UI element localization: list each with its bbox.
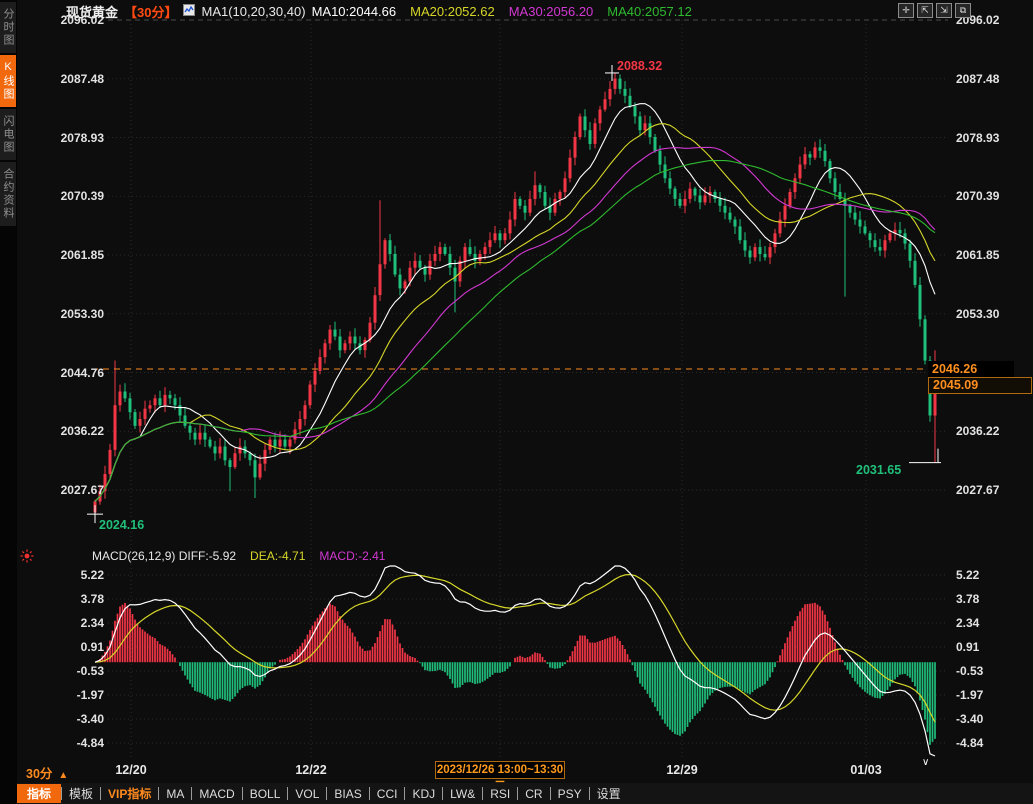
price-axis-label-l-3: 2070.39 [30,188,104,204]
macd-axis-label-r-3: 0.91 [956,639,1030,655]
export-chart-icon[interactable]: ⧉ [955,3,971,18]
toolbar-item-3[interactable]: VIP指标 [101,784,158,803]
toolbar-item-10[interactable]: KDJ [405,786,442,802]
macd-axis-label-r-6: -3.40 [956,711,1030,727]
symbol-name: 现货黄金 [66,2,118,21]
macd-dea-value: DEA:-4.71 [250,549,305,563]
toolbar-item-13[interactable]: CR [518,786,549,802]
date-label-12-20: 12/20 [91,763,171,777]
zoom-in-icon[interactable]: ⇱ [917,3,933,18]
period-low-label: 2024.16 [99,518,144,532]
macd-axis-label-r-0: 5.22 [956,567,1030,583]
toolbar-item-7[interactable]: VOL [288,786,326,802]
ma-settings: MA1(10,20,30,40) [201,4,305,19]
ma-value-2: MA20:2052.62 [410,4,495,19]
macd-axis-label-l-0: 5.22 [30,567,104,583]
toolbar-item-14[interactable]: PSY [551,786,589,802]
chart-type-icon [183,4,195,19]
macd-axis-label-l-6: -3.40 [30,711,104,727]
macd-axis-label-l-7: -4.84 [30,735,104,751]
date-label-01-03: 01/03 [826,763,906,777]
period-high-label: 2088.32 [617,59,662,73]
ma-value-4: MA40:2057.12 [607,4,692,19]
price-axis-label-l-7: 2036.22 [30,423,104,439]
sidebar: 分时图 K线图闪电图合约资料 [0,0,17,804]
macd-axis-label-r-1: 3.78 [956,591,1030,607]
kline-app: 分时图 K线图闪电图合约资料 现货黄金 【30分】 MA1(10,20,30,40… [0,0,1033,804]
toolbar-item-11[interactable]: LW& [443,786,482,802]
prev-price-box: 2045.09 [928,377,1032,394]
macd-axis-label-r-5: -1.97 [956,687,1030,703]
chart-window-buttons: ✛⇱⇲⧉ [898,3,971,18]
toolbar-item-4[interactable]: MA [159,786,191,802]
toolbar-item-15[interactable]: 设置 [590,784,628,803]
macd-title: MACD(26,12,9) DIFF:-5.92 [92,549,236,563]
price-axis-label-r-1: 2087.48 [956,71,1030,87]
price-axis-label-l-4: 2061.85 [30,247,104,263]
toolbar-item-9[interactable]: CCI [370,786,405,802]
ma-value-1: MA10:2044.66 [312,4,397,19]
macd-axis-label-r-7: -4.84 [956,735,1030,751]
toolbar-item-2[interactable]: 模板 [62,784,100,803]
toolbar-item-1[interactable]: 指标 [17,784,61,803]
date-label-12-29: 12/29 [642,763,722,777]
period-dropdown-label: 30分 [26,767,52,781]
last-price-box: 2046.26 [928,361,1014,377]
price-axis-label-r-4: 2061.85 [956,247,1030,263]
sidebar-tab-4[interactable]: 合约资料 [0,162,16,226]
date-label-12-22: 12/22 [271,763,351,777]
price-axis-label-r-8: 2027.67 [956,482,1030,498]
period-label: 【30分】 [124,2,177,21]
time-axis: 30分 ▲ ∨ 12/20 12/22 2023/12/26 13:00~13:30 … [17,760,1033,783]
zoom-out-icon[interactable]: ⇲ [936,3,952,18]
macd-axis-label-l-3: 0.91 [30,639,104,655]
price-axis-label-l-2: 2078.93 [30,130,104,146]
macd-axis-label-r-4: -0.53 [956,663,1030,679]
macd-axis-label-l-1: 3.78 [30,591,104,607]
macd-axis-label-l-5: -1.97 [30,687,104,703]
toolbar-item-12[interactable]: RSI [483,786,517,802]
sidebar-tab-3[interactable]: 闪电图 [0,109,16,160]
macd-header: MACD(26,12,9) DIFF:-5.92 DEA:-4.71 MACD:… [92,549,385,563]
macd-axis-label-l-4: -0.53 [30,663,104,679]
macd-axis-label-r-2: 2.34 [956,615,1030,631]
price-axis-label-l-6: 2044.76 [30,365,104,381]
selected-bar-time-box: 2023/12/26 13:00~13:30 二 [435,761,565,779]
price-axis-label-l-1: 2087.48 [30,71,104,87]
price-axis-label-r-7: 2036.22 [956,423,1030,439]
macd-macd-value: MACD:-2.41 [319,549,385,563]
sidebar-tab-1[interactable]: 分时图 [0,2,16,53]
recent-low-label: 2031.65 [856,463,901,477]
chart-header: 现货黄金 【30分】 MA1(10,20,30,40) MA10:2044.66… [66,3,692,19]
kline-chart-canvas[interactable] [0,0,1033,804]
period-dropdown[interactable]: 30分 ▲ [26,763,68,782]
indicator-blink-icon[interactable] [20,549,34,568]
pan-crosshair-icon[interactable]: ✛ [898,3,914,18]
ma-value-3: MA30:2056.20 [509,4,594,19]
indicator-toolbar: 指标模板VIP指标MAMACDBOLLVOLBIASCCIKDJLW&RSICR… [17,783,1033,804]
caret-up-icon: ▲ [58,770,68,781]
toolbar-item-8[interactable]: BIAS [327,786,368,802]
toolbar-item-5[interactable]: MACD [192,786,241,802]
toolbar-item-6[interactable]: BOLL [243,786,288,802]
macd-axis-label-l-2: 2.34 [30,615,104,631]
price-axis-label-l-5: 2053.30 [30,306,104,322]
price-axis-label-l-8: 2027.67 [30,482,104,498]
price-axis-label-r-3: 2070.39 [956,188,1030,204]
ma-values: MA10:2044.66 MA20:2052.62 MA30:2056.20 MA40… [312,4,692,19]
cursor-position-icon: ∨ [922,757,929,768]
price-axis-label-r-5: 2053.30 [956,306,1030,322]
sidebar-tab-2[interactable]: K线图 [0,55,16,107]
price-axis-label-r-2: 2078.93 [956,130,1030,146]
